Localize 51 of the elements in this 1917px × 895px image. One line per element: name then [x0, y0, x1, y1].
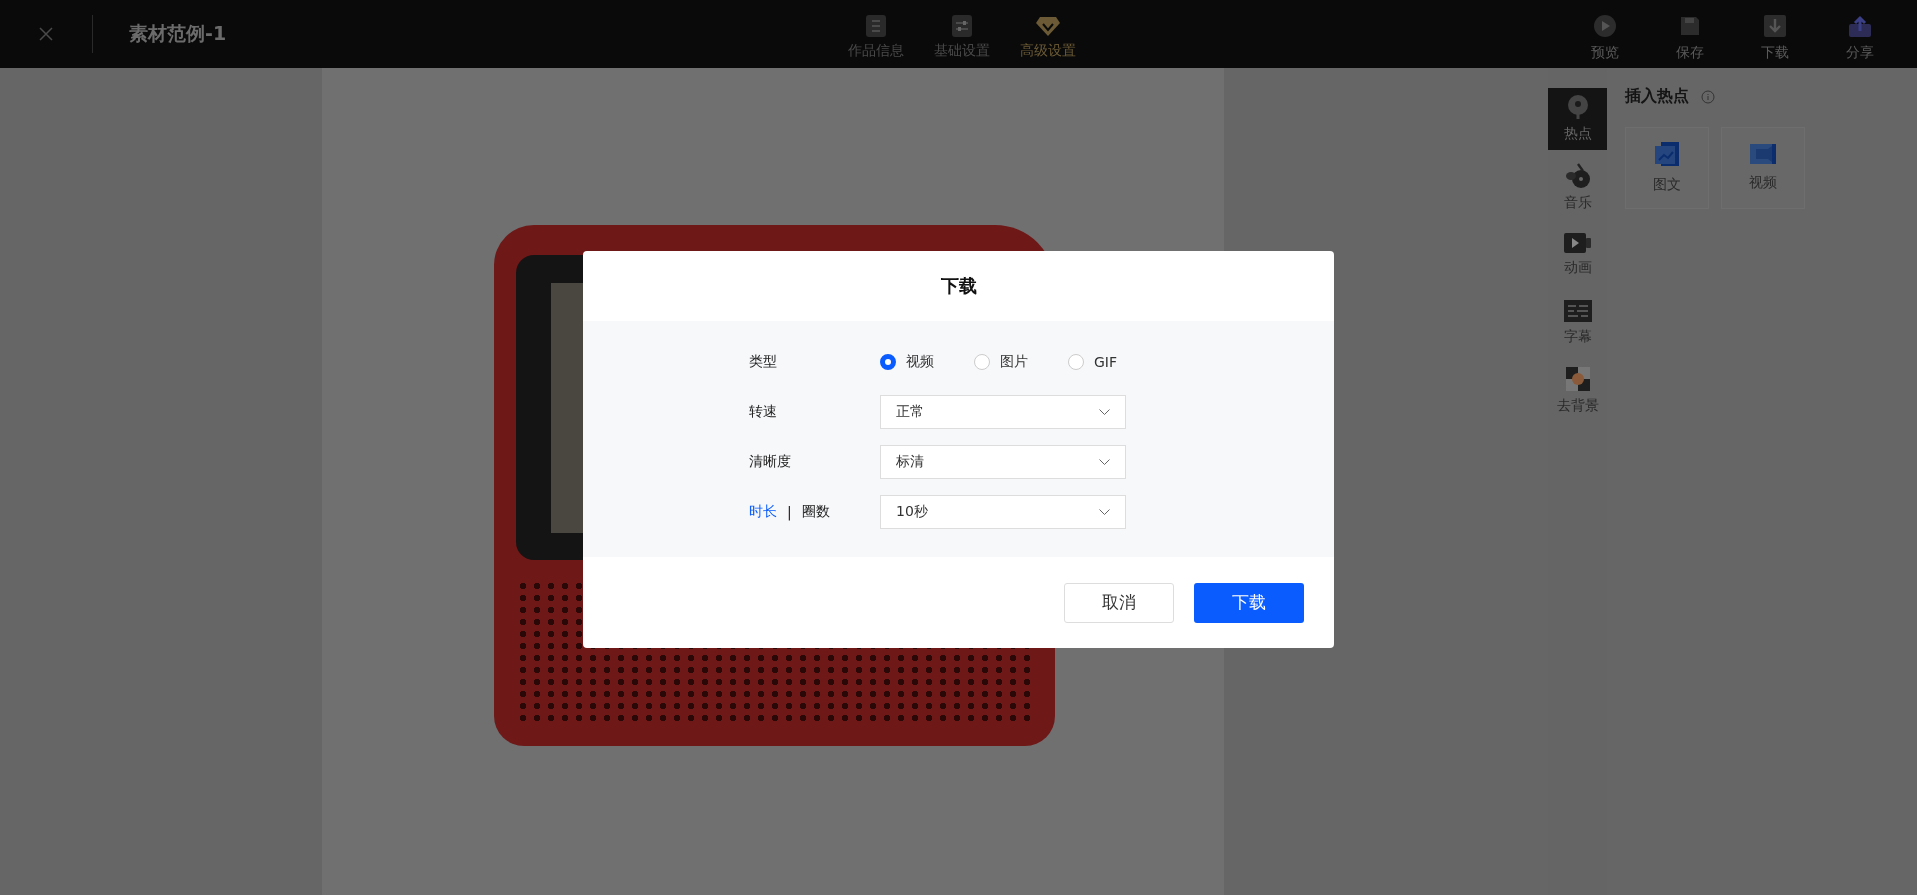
mode-toggle[interactable]: 时长 — [749, 503, 777, 521]
tool-item[interactable]: 音乐 — [1548, 156, 1607, 218]
dialog-title: 下载 — [940, 274, 977, 298]
image-text-icon — [1655, 142, 1679, 166]
chevron-down-icon — [1099, 509, 1110, 515]
top-tab[interactable]: 高级设置 — [1007, 8, 1089, 60]
dropdown-field[interactable]: 正常 — [880, 395, 1126, 429]
save-icon — [1678, 14, 1701, 37]
mode-toggle[interactable]: 圈数 — [801, 503, 830, 521]
radio-option[interactable]: 图片 — [974, 353, 1028, 371]
field-label: 转速 — [749, 403, 778, 421]
sliders-icon — [952, 14, 972, 37]
insert-card[interactable]: 图文 — [1625, 127, 1709, 209]
toolbar-button[interactable]: 预览 — [1562, 6, 1647, 62]
video-camera-icon — [1563, 233, 1592, 253]
download-icon — [1763, 14, 1786, 37]
download-button[interactable]: 下载 — [1194, 582, 1304, 623]
music-disc-icon — [1564, 162, 1591, 188]
chevron-down-icon — [1099, 409, 1110, 415]
field-label: 清晰度 — [749, 453, 792, 471]
info-icon[interactable] — [1701, 89, 1715, 104]
upload-icon — [1848, 14, 1871, 37]
tool-item[interactable]: 去背景 — [1548, 360, 1607, 422]
dropdown-field[interactable]: 10秒 — [880, 495, 1126, 529]
pin-icon — [1566, 95, 1589, 119]
field-label: 类型 — [749, 353, 778, 371]
toolbar-button[interactable]: 分享 — [1817, 6, 1902, 62]
video-clip-icon — [1750, 144, 1776, 164]
chevron-down-icon — [1099, 459, 1110, 465]
play-icon — [1593, 14, 1616, 37]
close-icon[interactable] — [38, 26, 54, 42]
dropdown-field[interactable]: 标清 — [880, 445, 1126, 479]
top-tab[interactable]: 作品信息 — [835, 8, 917, 60]
radio-option[interactable]: 视频 — [880, 353, 934, 371]
toolbar-button[interactable]: 下载 — [1732, 6, 1817, 62]
document-title: 素材范例-1 — [129, 21, 227, 46]
cancel-button[interactable]: 取消 — [1064, 582, 1174, 623]
radio-option[interactable]: GIF — [1068, 353, 1118, 371]
top-tab[interactable]: 基础设置 — [921, 8, 1003, 60]
toolbar-button[interactable]: 保存 — [1647, 6, 1732, 62]
list-icon — [866, 14, 886, 37]
tool-item[interactable]: 字幕 — [1548, 292, 1607, 354]
subtitles-icon — [1563, 300, 1592, 322]
tool-item[interactable]: 动画 — [1548, 224, 1607, 286]
checkerboard-icon — [1565, 367, 1590, 391]
separator: | — [787, 504, 792, 520]
tool-item[interactable]: 热点 — [1548, 88, 1607, 150]
insert-card[interactable]: 视频 — [1721, 127, 1805, 209]
diamond-icon — [1035, 14, 1061, 37]
radio-circle[interactable] — [880, 354, 896, 370]
panel-title: 插入热点 — [1625, 86, 1689, 107]
